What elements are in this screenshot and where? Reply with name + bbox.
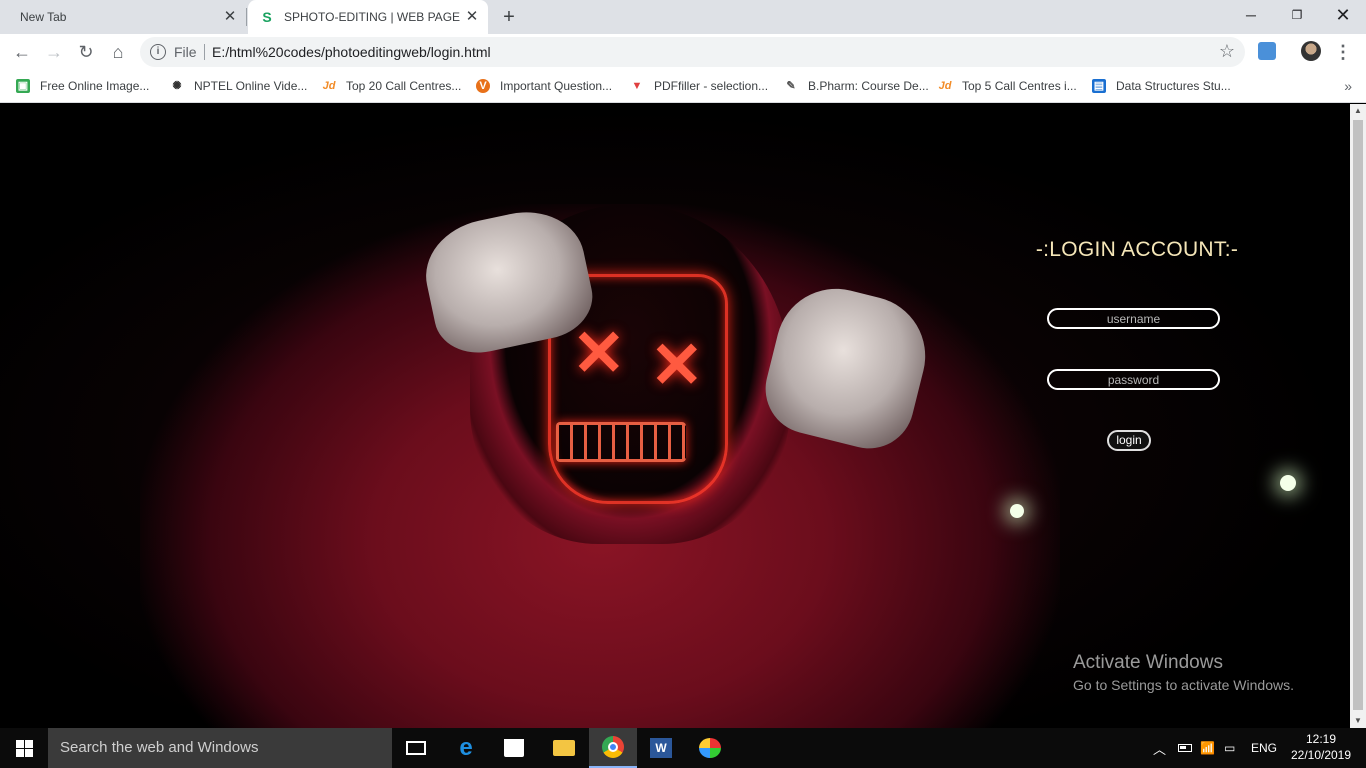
jd-icon: Jd bbox=[322, 80, 336, 92]
browser-toolbar: ← → ↻ ⌂ i File E:/html%20codes/photoedit… bbox=[0, 34, 1366, 70]
chrome-icon[interactable] bbox=[589, 728, 637, 768]
login-page: ✕ ✕ -:LOGIN ACCOUNT:- login Activate Win… bbox=[0, 104, 1350, 728]
word-icon[interactable]: W bbox=[637, 728, 685, 768]
v-icon: V bbox=[476, 79, 490, 93]
tab-title: SPHOTO-EDITING | WEB PAGE bbox=[284, 10, 461, 24]
background-light bbox=[1010, 504, 1024, 518]
bookmark-label: Free Online Image... bbox=[40, 79, 150, 93]
tab-title: New Tab bbox=[20, 10, 67, 24]
windows-logo-icon bbox=[15, 739, 33, 757]
windows-taskbar: Search the web and Windows e W ︿ 📶 ▭ ENG… bbox=[0, 728, 1366, 768]
vertical-scrollbar[interactable]: ▲ ▼ bbox=[1350, 104, 1366, 728]
mask-mouth bbox=[556, 422, 686, 462]
pdffiller-icon: ▼ bbox=[631, 80, 643, 92]
mask-eye-right: ✕ bbox=[650, 329, 704, 401]
language-indicator[interactable]: ENG bbox=[1251, 728, 1277, 768]
close-window-button[interactable]: ✕ bbox=[1320, 0, 1366, 30]
store-icon[interactable] bbox=[490, 728, 538, 768]
bookmark-item[interactable]: V Important Question... bbox=[476, 76, 612, 96]
bookmark-item[interactable]: ▼ PDFfiller - selection... bbox=[630, 76, 768, 96]
password-input[interactable] bbox=[1047, 369, 1220, 390]
action-center-icon[interactable]: ▭ bbox=[1224, 728, 1235, 768]
background-light bbox=[1280, 475, 1296, 491]
image-icon: ▣ bbox=[16, 79, 30, 93]
bookmark-item[interactable]: Jd Top 5 Call Centres i... bbox=[938, 76, 1077, 96]
tab-new-tab[interactable]: New Tab ✕ bbox=[0, 0, 246, 34]
taskbar-search-box[interactable]: Search the web and Windows bbox=[48, 728, 392, 768]
tab-separator bbox=[246, 8, 247, 26]
scroll-down-arrow-icon[interactable]: ▼ bbox=[1350, 714, 1366, 728]
scroll-up-arrow-icon[interactable]: ▲ bbox=[1350, 104, 1366, 118]
mask-eye-left: ✕ bbox=[572, 317, 626, 389]
home-icon[interactable]: ⌂ bbox=[106, 40, 130, 64]
login-button[interactable]: login bbox=[1107, 430, 1151, 451]
edge-icon[interactable]: e bbox=[442, 728, 490, 768]
activate-windows-subtitle: Go to Settings to activate Windows. bbox=[1073, 677, 1294, 693]
bookmark-label: Data Structures Stu... bbox=[1116, 79, 1231, 93]
activate-windows-title: Activate Windows bbox=[1073, 652, 1223, 673]
profile-avatar[interactable] bbox=[1301, 41, 1321, 61]
forward-arrow-icon[interactable]: → bbox=[42, 40, 66, 64]
minimize-button[interactable]: ─ bbox=[1228, 0, 1274, 30]
taskbar-clock[interactable]: 12:19 22/10/2019 bbox=[1286, 731, 1356, 763]
task-view-icon[interactable] bbox=[392, 728, 440, 768]
restore-button[interactable]: ❐ bbox=[1274, 0, 1320, 30]
tab-sphoto-editing[interactable]: S SPHOTO-EDITING | WEB PAGE ✕ bbox=[248, 0, 488, 34]
bookmark-item[interactable]: ▣ Free Online Image... bbox=[16, 76, 149, 96]
ds-icon: ▤ bbox=[1092, 79, 1106, 93]
jd-icon: Jd bbox=[938, 80, 952, 92]
tab-strip: New Tab ✕ S SPHOTO-EDITING | WEB PAGE ✕ … bbox=[0, 0, 1366, 34]
login-title: -:LOGIN ACCOUNT:- bbox=[1035, 238, 1239, 261]
close-tab-icon[interactable]: ✕ bbox=[222, 9, 238, 25]
bookmarks-overflow-icon[interactable]: » bbox=[1344, 78, 1352, 94]
omnibox-divider bbox=[204, 44, 205, 60]
extension-icon[interactable] bbox=[1258, 42, 1276, 60]
wifi-icon[interactable]: 📶 bbox=[1200, 728, 1215, 768]
kebab-menu-icon[interactable]: ⋮ bbox=[1334, 40, 1352, 64]
nptel-icon: ✺ bbox=[172, 80, 182, 92]
bookmark-star-icon[interactable]: ☆ bbox=[1219, 41, 1235, 62]
show-hidden-icons-icon[interactable]: ︿ bbox=[1153, 728, 1166, 768]
bookmark-item[interactable]: ✺ NPTEL Online Vide... bbox=[170, 76, 307, 96]
bookmark-item[interactable]: ▤ Data Structures Stu... bbox=[1092, 76, 1231, 96]
bookmark-label: NPTEL Online Vide... bbox=[194, 79, 308, 93]
url-text[interactable]: E:/html%20codes/photoeditingweb/login.ht… bbox=[212, 44, 491, 60]
bookmark-label: Important Question... bbox=[500, 79, 613, 93]
clock-time: 12:19 bbox=[1305, 732, 1337, 746]
close-tab-icon[interactable]: ✕ bbox=[464, 9, 480, 25]
info-icon[interactable]: i bbox=[150, 44, 166, 60]
bookmark-label: Top 20 Call Centres... bbox=[346, 79, 462, 93]
bookmark-label: PDFfiller - selection... bbox=[654, 79, 769, 93]
reload-icon[interactable]: ↻ bbox=[74, 40, 98, 64]
clock-date: 22/10/2019 bbox=[1290, 748, 1352, 762]
scheme-label: File bbox=[174, 44, 197, 60]
file-explorer-icon[interactable] bbox=[540, 728, 588, 768]
battery-icon[interactable] bbox=[1178, 728, 1192, 768]
address-bar[interactable]: i File E:/html%20codes/photoeditingweb/l… bbox=[140, 37, 1245, 67]
pharm-icon: ✎ bbox=[786, 80, 796, 92]
bookmarks-bar: ▣ Free Online Image... ✺ NPTEL Online Vi… bbox=[0, 70, 1366, 103]
username-input[interactable] bbox=[1047, 308, 1220, 329]
bookmark-item[interactable]: Jd Top 20 Call Centres... bbox=[322, 76, 462, 96]
start-button[interactable] bbox=[0, 728, 48, 768]
back-arrow-icon[interactable]: ← bbox=[10, 40, 34, 64]
bookmark-label: Top 5 Call Centres i... bbox=[962, 79, 1077, 93]
bookmark-label: B.Pharm: Course De... bbox=[808, 79, 929, 93]
favicon-icon: S bbox=[262, 9, 272, 25]
scrollbar-thumb[interactable] bbox=[1353, 120, 1363, 710]
new-tab-button[interactable]: + bbox=[498, 6, 520, 28]
paint-icon[interactable] bbox=[686, 728, 734, 768]
bookmark-item[interactable]: ✎ B.Pharm: Course De... bbox=[784, 76, 929, 96]
